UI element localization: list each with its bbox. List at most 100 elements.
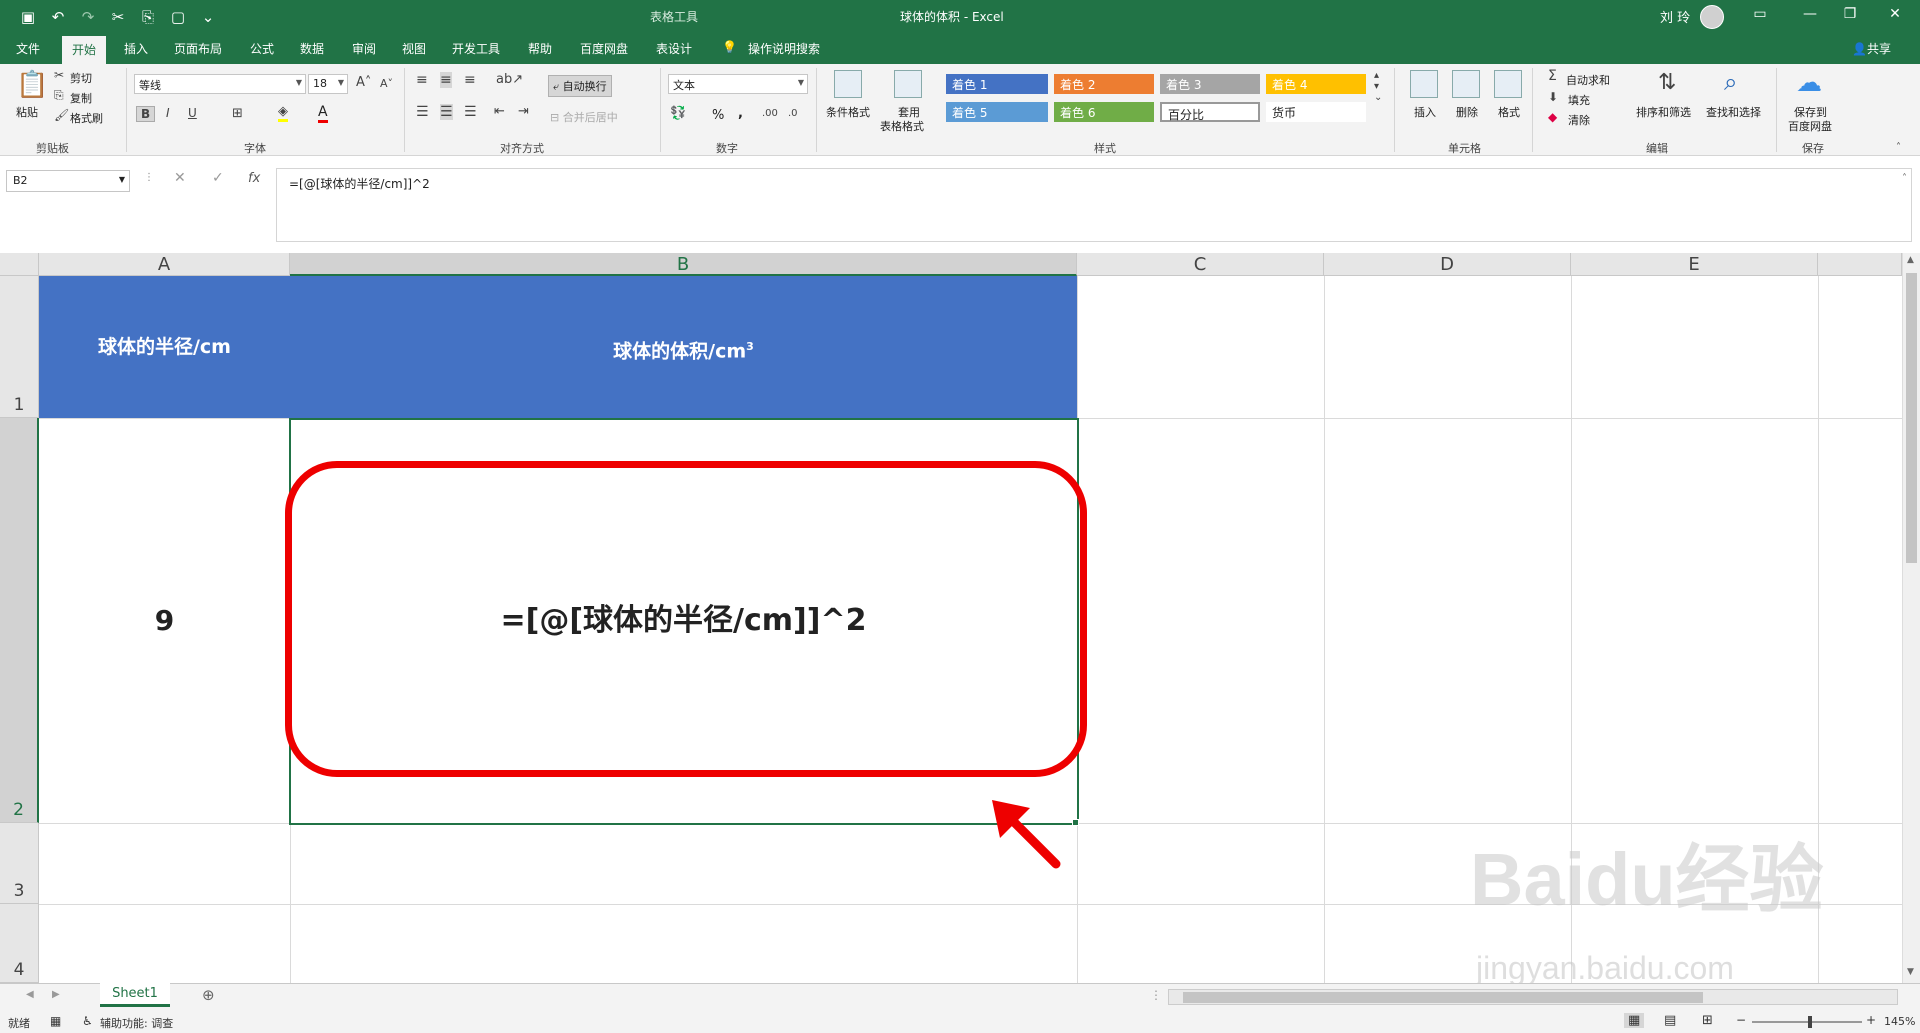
find-select-button[interactable]: 查找和选择: [1706, 104, 1761, 120]
vertical-scrollbar[interactable]: ▲ ▼: [1902, 253, 1920, 983]
fill-color-icon[interactable]: ◈: [278, 104, 288, 122]
name-box[interactable]: B2 ▼: [6, 170, 130, 192]
row-header-4[interactable]: 4: [0, 904, 39, 983]
clear-button[interactable]: 清除: [1568, 112, 1590, 128]
prev-sheet-icon[interactable]: ◀: [26, 989, 34, 1000]
delete-button[interactable]: 删除: [1456, 104, 1478, 120]
tab-formulas[interactable]: 公式: [250, 40, 274, 57]
cell-style-accent-5[interactable]: 着色 5: [946, 102, 1048, 122]
sheet-tab-sheet1[interactable]: Sheet1: [100, 983, 170, 1007]
cell-a1[interactable]: 球体的半径/cm: [39, 276, 290, 418]
styles-scroll-icon[interactable]: ▴ ▾ ⌄: [1374, 70, 1382, 103]
cell-style-accent-2[interactable]: 着色 2: [1054, 74, 1154, 94]
orientation-icon[interactable]: ab↗: [496, 72, 523, 87]
scroll-down-icon[interactable]: ▼: [1907, 967, 1914, 977]
formula-input[interactable]: =[@[球体的半径/cm]]^2 ˄: [276, 168, 1912, 242]
row-header-1[interactable]: 1: [0, 276, 39, 418]
scroll-up-icon[interactable]: ▲: [1907, 255, 1914, 265]
horizontal-scrollbar[interactable]: [1168, 989, 1898, 1005]
ribbon-display-icon[interactable]: ▭: [1745, 6, 1775, 22]
align-left-icon[interactable]: ☰: [416, 104, 429, 120]
zoom-slider-thumb[interactable]: [1808, 1016, 1812, 1028]
font-color-icon[interactable]: A: [318, 104, 328, 123]
row-header-2[interactable]: 2: [0, 418, 39, 823]
conditional-format-button[interactable]: 条件格式: [826, 104, 870, 120]
vertical-scroll-thumb[interactable]: [1906, 273, 1917, 563]
column-header-d[interactable]: D: [1324, 253, 1571, 276]
cell-style-accent-1[interactable]: 着色 1: [946, 74, 1048, 94]
comma-style-button[interactable]: ,: [738, 106, 743, 121]
cell-style-accent-4[interactable]: 着色 4: [1266, 74, 1366, 94]
select-all-corner[interactable]: [0, 253, 39, 276]
tab-home[interactable]: 开始: [62, 36, 107, 64]
insert-cells-icon[interactable]: [1410, 70, 1438, 98]
save-as-icon[interactable]: ⎘: [138, 7, 158, 27]
align-center-icon[interactable]: ☰: [440, 104, 453, 120]
tab-data[interactable]: 数据: [300, 40, 324, 57]
accounting-format-icon[interactable]: 💱: [670, 106, 686, 121]
format-cells-icon[interactable]: [1494, 70, 1522, 98]
row-header-3[interactable]: 3: [0, 823, 39, 904]
macro-record-icon[interactable]: ▦: [50, 1014, 61, 1028]
fill-handle[interactable]: [1072, 819, 1079, 826]
cell-style-currency[interactable]: 货币: [1266, 102, 1366, 122]
minimize-icon[interactable]: —: [1795, 6, 1825, 22]
increase-decimal-icon[interactable]: .00: [762, 108, 778, 119]
fill-button[interactable]: 填充: [1568, 92, 1590, 108]
cell-style-accent-6[interactable]: 着色 6: [1054, 102, 1154, 122]
merge-center-button[interactable]: ⊟ 合并后居中: [550, 109, 618, 125]
sort-filter-icon[interactable]: ⇅: [1658, 70, 1676, 95]
tab-page-layout[interactable]: 页面布局: [174, 40, 222, 57]
zoom-slider[interactable]: [1752, 1021, 1862, 1023]
format-button[interactable]: 格式: [1498, 104, 1520, 120]
column-header-a[interactable]: A: [39, 253, 290, 276]
cut-button[interactable]: 剪切: [70, 70, 92, 86]
autosum-button[interactable]: 自动求和: [1566, 72, 1610, 88]
enter-icon[interactable]: ✓: [212, 170, 224, 186]
next-sheet-icon[interactable]: ▶: [52, 989, 60, 1000]
font-name-combo[interactable]: 等线 ▼: [134, 74, 306, 94]
customize-icon[interactable]: ⌄: [198, 7, 218, 27]
table-format-icon[interactable]: [894, 70, 922, 98]
column-header-c[interactable]: C: [1077, 253, 1324, 276]
tab-review[interactable]: 审阅: [352, 40, 376, 57]
user-name[interactable]: 刘 玲: [1660, 7, 1690, 26]
increase-indent-icon[interactable]: ⇥: [518, 104, 529, 119]
format-painter-button[interactable]: 格式刷: [70, 110, 103, 126]
share-button[interactable]: 👤共享: [1852, 40, 1891, 57]
cell-style-percent[interactable]: 百分比: [1160, 102, 1260, 122]
cancel-icon[interactable]: ✕: [174, 170, 186, 186]
sort-filter-button[interactable]: 排序和筛选: [1636, 104, 1691, 120]
close-icon[interactable]: ✕: [1880, 6, 1910, 22]
decrease-decimal-icon[interactable]: .0: [788, 108, 798, 119]
new-icon[interactable]: ▢: [168, 7, 188, 27]
tab-insert[interactable]: 插入: [124, 40, 148, 57]
page-break-view-icon[interactable]: ⊞: [1702, 1013, 1713, 1028]
decrease-font-icon[interactable]: A˅: [380, 77, 393, 90]
horizontal-scroll-thumb[interactable]: [1183, 992, 1703, 1003]
cell-a2[interactable]: 9: [39, 418, 290, 823]
find-select-icon[interactable]: ⌕: [1724, 68, 1737, 96]
borders-icon[interactable]: ⊞: [232, 106, 243, 121]
baidu-cloud-icon[interactable]: ☁: [1796, 68, 1822, 98]
normal-view-icon[interactable]: ▦: [1624, 1013, 1645, 1028]
copy-button[interactable]: 复制: [70, 90, 92, 106]
undo-icon[interactable]: ↶: [48, 7, 68, 27]
redo-icon[interactable]: ↷: [78, 7, 98, 27]
font-size-combo[interactable]: 18 ▼: [308, 74, 348, 94]
align-bottom-icon[interactable]: ≡: [464, 72, 476, 88]
save-icon[interactable]: ▣: [18, 7, 38, 27]
save-to-label-2[interactable]: 百度网盘: [1788, 118, 1832, 134]
cell-b1[interactable]: 球体的体积/cm3: [290, 276, 1077, 418]
tab-file[interactable]: 文件: [16, 40, 40, 57]
tab-view[interactable]: 视图: [402, 40, 426, 57]
conditional-format-icon[interactable]: [834, 70, 862, 98]
collapse-ribbon-icon[interactable]: ˄: [1896, 142, 1901, 153]
accessibility-status[interactable]: 辅助功能: 调查: [100, 1015, 173, 1031]
column-header-b[interactable]: B: [290, 253, 1077, 276]
column-header-e[interactable]: E: [1571, 253, 1818, 276]
tab-baidu-netdisk[interactable]: 百度网盘: [580, 40, 628, 57]
underline-icon[interactable]: U: [188, 106, 197, 120]
restore-icon[interactable]: ❐: [1835, 6, 1865, 22]
add-sheet-icon[interactable]: ⊕: [202, 986, 215, 1004]
